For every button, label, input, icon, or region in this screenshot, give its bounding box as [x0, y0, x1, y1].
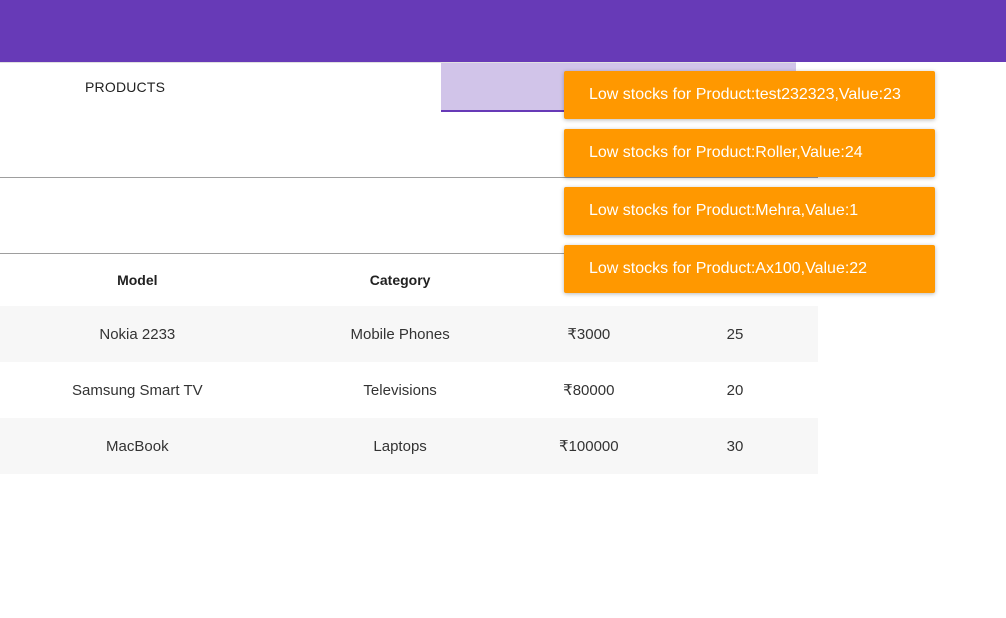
- low-stock-toast[interactable]: Low stocks for Product:Mehra,Value:1: [564, 187, 935, 235]
- tab-products[interactable]: PRODUCTS: [0, 63, 441, 112]
- app-root: PRODUCTS OR Model Category Nokia 2233 Mo…: [0, 0, 1006, 618]
- low-stock-toast[interactable]: Low stocks for Product:test232323,Value:…: [564, 71, 935, 119]
- cell-price: ₹80000: [563, 382, 615, 399]
- table-row[interactable]: Samsung Smart TV Televisions ₹80000 20: [0, 362, 818, 418]
- toast-stack: Low stocks for Product:test232323,Value:…: [564, 71, 935, 303]
- cell-model: Nokia 2233: [99, 325, 176, 343]
- cell-quantity: 30: [726, 437, 744, 455]
- cell-model: Samsung Smart TV: [72, 381, 203, 399]
- cell-category: Televisions: [363, 381, 437, 399]
- low-stock-toast[interactable]: Low stocks for Product:Roller,Value:24: [564, 129, 935, 177]
- low-stock-toast[interactable]: Low stocks for Product:Ax100,Value:22: [564, 245, 935, 293]
- table-row[interactable]: MacBook Laptops ₹100000 30: [0, 418, 818, 474]
- app-bar: [0, 0, 1006, 62]
- column-header-model[interactable]: Model: [0, 272, 275, 288]
- cell-price: ₹3000: [567, 326, 611, 343]
- table-row[interactable]: Nokia 2233 Mobile Phones ₹3000 25: [0, 306, 818, 362]
- cell-category: Laptops: [373, 437, 427, 455]
- cell-price: ₹100000: [559, 438, 619, 455]
- cell-model: MacBook: [106, 437, 169, 455]
- cell-quantity: 20: [726, 381, 744, 399]
- cell-category: Mobile Phones: [350, 325, 450, 343]
- cell-quantity: 25: [726, 325, 744, 343]
- column-header-category[interactable]: Category: [275, 272, 526, 288]
